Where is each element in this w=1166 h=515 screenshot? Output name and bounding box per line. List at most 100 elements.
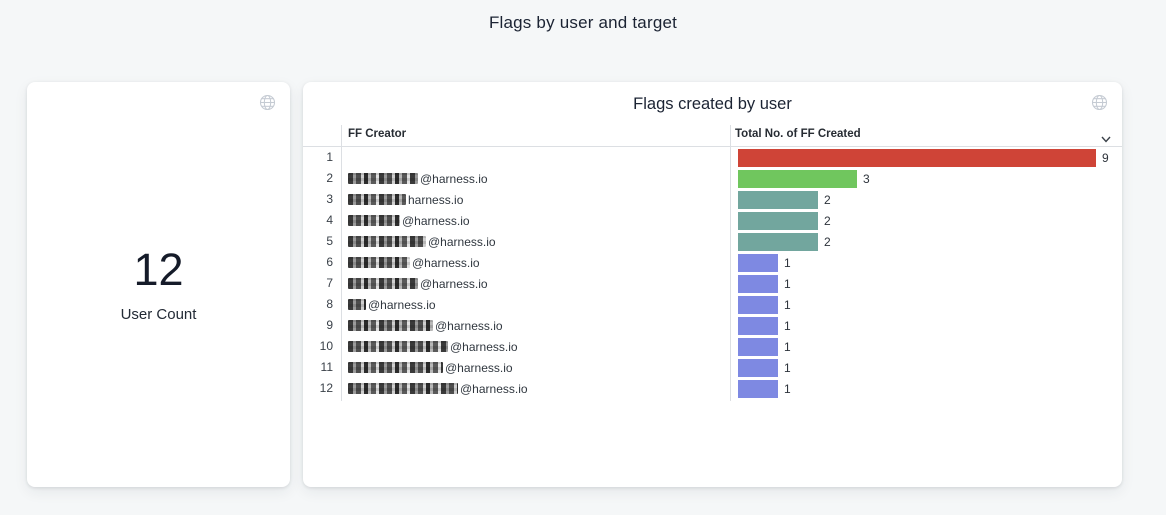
email-domain: @harness.io: [402, 214, 470, 228]
row-rank: 12: [303, 378, 333, 399]
row-rank: 4: [303, 210, 333, 231]
user-count-card: 12 User Count: [27, 82, 290, 487]
bar-cell: 1: [738, 294, 791, 315]
bar-value-label: 1: [784, 298, 791, 312]
creator-cell: @harness.io: [348, 357, 513, 378]
chart-title: Flags created by user: [303, 95, 1122, 114]
value-bar: [738, 254, 778, 272]
creator-cell: @harness.io: [348, 210, 470, 231]
row-rank: 11: [303, 357, 333, 378]
redacted-name: [348, 278, 418, 289]
creator-cell: @harness.io: [348, 168, 488, 189]
bar-cell: 2: [738, 189, 831, 210]
bar-cell: 1: [738, 252, 791, 273]
table-header: FF Creator Total No. of FF Created: [303, 125, 1122, 147]
bar-value-label: 1: [784, 382, 791, 396]
creator-cell: @harness.io: [348, 315, 503, 336]
email-domain: @harness.io: [450, 340, 518, 354]
table-row[interactable]: 5@harness.io2: [303, 231, 1122, 252]
email-domain: @harness.io: [445, 361, 513, 375]
redacted-name: [348, 194, 406, 205]
table-row[interactable]: 2 @harness.io 3: [303, 168, 1122, 189]
row-rank: 7: [303, 273, 333, 294]
bar-value-label: 1: [784, 256, 791, 270]
value-bar: [738, 170, 857, 188]
table-row[interactable]: 12 @harness.io 1: [303, 378, 1122, 399]
bar-cell: 2: [738, 210, 831, 231]
redacted-name: [348, 299, 366, 310]
table-row[interactable]: 10 @harness.io 1: [303, 336, 1122, 357]
value-bar: [738, 191, 818, 209]
redacted-name: [348, 257, 410, 268]
creator-cell: @harness.io: [348, 378, 528, 399]
creator-cell: @harness.io: [348, 294, 436, 315]
redacted-name: [348, 383, 458, 394]
value-bar: [738, 149, 1096, 167]
email-domain: harness.io: [408, 193, 463, 207]
creator-cell: @harness.io: [348, 252, 480, 273]
email-domain: @harness.io: [428, 235, 496, 249]
bar-cell: 1: [738, 336, 791, 357]
bar-cell: 9: [738, 147, 1109, 168]
bar-cell: 1: [738, 357, 791, 378]
table-rows: 192@harness.io33harness.io24@harness.io2…: [303, 147, 1122, 399]
row-rank: 2: [303, 168, 333, 189]
redacted-name: [348, 173, 418, 184]
email-domain: @harness.io: [412, 256, 480, 270]
email-domain: @harness.io: [435, 319, 503, 333]
table-row[interactable]: 8 @harness.io 1: [303, 294, 1122, 315]
flags-created-card: Flags created by user FF Creator Total N…: [303, 82, 1122, 487]
value-bar: [738, 317, 778, 335]
value-bar: [738, 296, 778, 314]
redacted-name: [348, 320, 433, 331]
column-header-total-created[interactable]: Total No. of FF Created: [735, 128, 861, 140]
redacted-name: [348, 362, 443, 373]
bar-value-label: 1: [784, 340, 791, 354]
bar-value-label: 2: [824, 193, 831, 207]
bar-cell: 2: [738, 231, 831, 252]
email-domain: @harness.io: [368, 298, 436, 312]
bar-value-label: 1: [784, 277, 791, 291]
user-count-value: 12: [133, 247, 183, 292]
row-rank: 10: [303, 336, 333, 357]
table-row[interactable]: 19: [303, 147, 1122, 168]
email-domain: @harness.io: [460, 382, 528, 396]
value-bar: [738, 338, 778, 356]
page-title: Flags by user and target: [0, 13, 1166, 33]
bar-value-label: 3: [863, 172, 870, 186]
redacted-name: [348, 236, 426, 247]
value-bar: [738, 359, 778, 377]
bar-value-label: 2: [824, 235, 831, 249]
row-rank: 1: [303, 147, 333, 168]
redacted-name: [348, 215, 400, 226]
creator-cell: @harness.io: [348, 336, 518, 357]
row-rank: 6: [303, 252, 333, 273]
table-row[interactable]: 4 @harness.io 2: [303, 210, 1122, 231]
email-domain: @harness.io: [420, 277, 488, 291]
bar-cell: 1: [738, 273, 791, 294]
value-bar: [738, 212, 818, 230]
row-rank: 8: [303, 294, 333, 315]
column-header-ff-creator[interactable]: FF Creator: [348, 128, 406, 140]
bar-value-label: 9: [1102, 151, 1109, 165]
bar-cell: 1: [738, 378, 791, 399]
value-bar: [738, 233, 818, 251]
creator-cell: @harness.io: [348, 273, 488, 294]
table-row[interactable]: 9 @harness.io 1: [303, 315, 1122, 336]
creator-cell: harness.io: [348, 189, 463, 210]
table-row[interactable]: 7 @harness.io 1: [303, 273, 1122, 294]
table-row[interactable]: 3 harness.io 2: [303, 189, 1122, 210]
bar-value-label: 1: [784, 319, 791, 333]
bar-cell: 1: [738, 315, 791, 336]
table-row[interactable]: 11 @harness.io 1: [303, 357, 1122, 378]
creator-cell: @harness.io: [348, 231, 496, 252]
table-row[interactable]: 6 @harness.io 1: [303, 252, 1122, 273]
chevron-down-icon[interactable]: [1100, 131, 1112, 140]
value-bar: [738, 380, 778, 398]
bar-value-label: 1: [784, 361, 791, 375]
bar-value-label: 2: [824, 214, 831, 228]
row-rank: 9: [303, 315, 333, 336]
value-bar: [738, 275, 778, 293]
user-count-label: User Count: [121, 306, 197, 323]
row-rank: 3: [303, 189, 333, 210]
